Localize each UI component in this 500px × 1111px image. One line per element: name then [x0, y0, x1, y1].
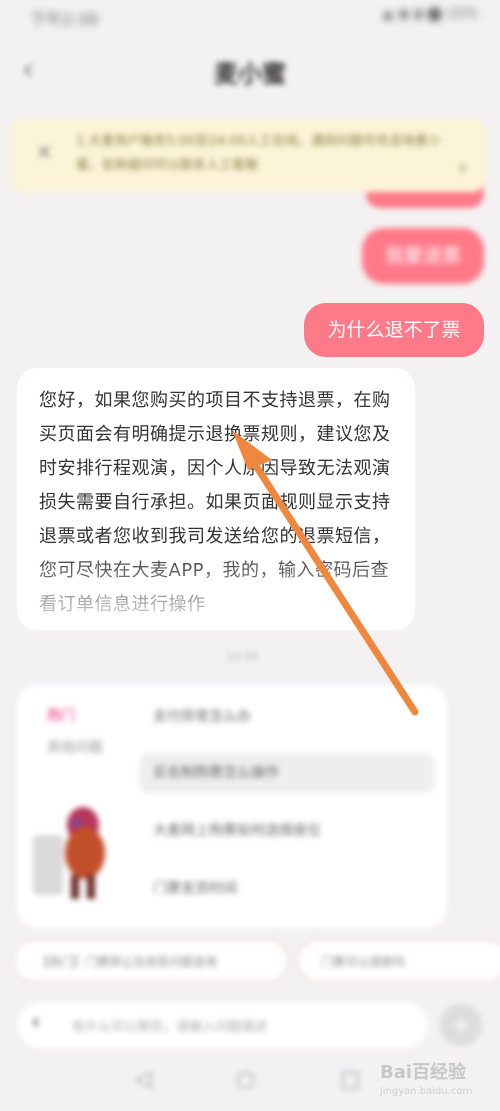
faq-card: 热门 其他问题 支付异常怎么办 实名制购票怎么操作 大麦网上购票如何选择座位 门…	[17, 685, 447, 928]
reply-fade	[17, 550, 415, 630]
message-composer: ◖ 有什么可以帮您，请输入问题描述 +	[0, 1000, 500, 1050]
nav-home-icon[interactable]: ○	[236, 1067, 255, 1092]
mascot-icon	[33, 807, 105, 899]
faq-question[interactable]: 支付异常怎么办	[139, 697, 435, 737]
status-time: 下午2:39	[30, 10, 98, 29]
notice-banner[interactable]: ✕ 1.大麦用户服务5:00至24:00人工在线，遇到问题可先咨询麦小蜜，如有疑…	[10, 118, 486, 192]
header: ‹ 麦小蜜	[0, 36, 500, 106]
message-input[interactable]: ◖ 有什么可以帮您，请输入问题描述	[18, 1002, 428, 1048]
input-placeholder: 有什么可以帮您，请输入问题描述	[72, 1020, 268, 1035]
nav-back-icon[interactable]: ◁	[135, 1067, 152, 1092]
message-time: 14:39	[226, 650, 258, 663]
watermark-logo: Bai百经验	[380, 1062, 467, 1083]
user-message-bubble: 我要退票	[362, 228, 484, 284]
page-title: 麦小蜜	[214, 60, 286, 88]
status-icons: ▲ ◉ ▮ ⬤ 15%	[382, 6, 478, 22]
faq-question[interactable]: 大麦网上购票如何选择座位	[139, 811, 435, 851]
assistant-reply-bubble: 您好，如果您购买的项目不支持退票，在购买页面会有明确提示退换票规则，建议您及时安…	[17, 368, 415, 630]
notice-text: 1.大麦用户服务5:00至24:00人工在线，遇到问题可先咨询麦小蜜，如有疑问可…	[76, 134, 442, 173]
nav-recent-icon[interactable]: □	[340, 1067, 361, 1092]
status-bar: 下午2:39 ▲ ◉ ▮ ⬤ 15%	[0, 0, 500, 36]
add-button[interactable]: +	[440, 1004, 482, 1046]
voice-icon[interactable]: ◖	[32, 1014, 39, 1030]
chevron-down-icon[interactable]: ∨	[458, 160, 468, 176]
faq-question[interactable]: 门票发货时间	[139, 869, 435, 909]
close-icon[interactable]: ✕	[36, 140, 53, 164]
watermark-sub: jingyan.baidu.com	[380, 1086, 473, 1097]
watermark: Bai百经验 jingyan.baidu.com	[380, 1058, 472, 1097]
user-message-bubble: 为什么退不了票	[304, 303, 484, 357]
faq-question[interactable]: 实名制购票怎么操作	[139, 753, 435, 793]
faq-tab-other[interactable]: 其他问题	[47, 737, 103, 757]
faq-tab-hot[interactable]: 热门	[47, 705, 75, 725]
suggestion-chip[interactable]: 门票可以退款吗	[298, 940, 500, 982]
suggestion-chip[interactable]: 【热门】门票转让及改签问题咨询	[14, 940, 288, 982]
